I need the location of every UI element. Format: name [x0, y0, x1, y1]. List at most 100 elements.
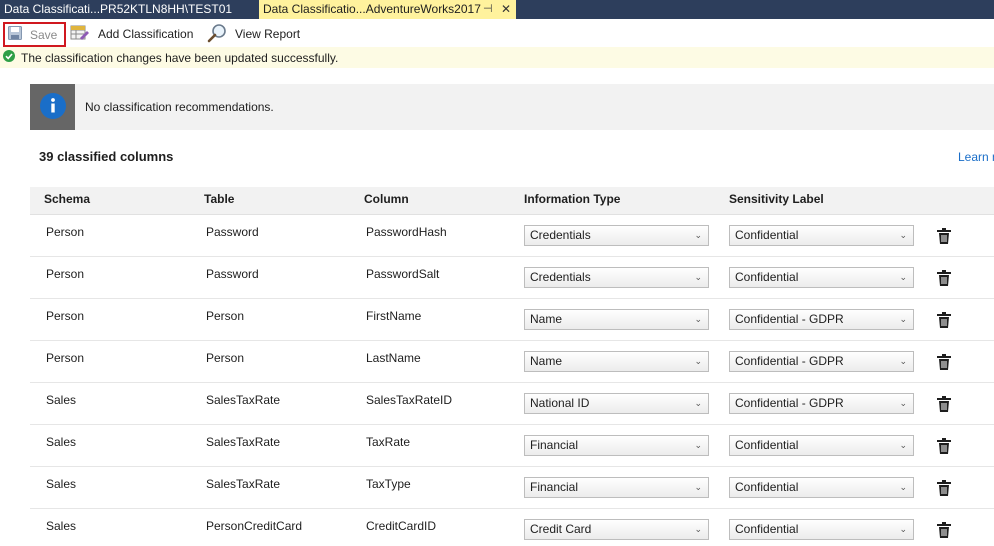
tab-label: Data Classificatio...AdventureWorks2017	[263, 2, 481, 16]
trash-icon[interactable]	[937, 438, 951, 454]
selected-information-type: Financial	[530, 438, 579, 452]
chevron-down-icon: ⌄	[899, 356, 907, 366]
cell-column: PasswordSalt	[366, 267, 440, 281]
selected-sensitivity-label: Confidential	[735, 228, 799, 242]
chevron-down-icon: ⌄	[899, 230, 907, 240]
floppy-disk-icon	[8, 26, 22, 43]
sensitivity-label-select[interactable]: Confidential ⌄	[729, 519, 914, 540]
tab-label: Data Classificati...PR52KTLN8HH\TEST01	[4, 2, 233, 16]
column-header-column[interactable]: Column	[364, 192, 409, 206]
trash-icon[interactable]	[937, 522, 951, 538]
check-circle-icon	[3, 50, 15, 65]
information-type-select[interactable]: National ID ⌄	[524, 393, 709, 414]
information-type-select[interactable]: Credit Card ⌄	[524, 519, 709, 540]
trash-icon[interactable]	[937, 228, 951, 244]
sensitivity-label-select[interactable]: Confidential - GDPR ⌄	[729, 309, 914, 330]
table-header: Schema Table Column Information Type Sen…	[30, 187, 994, 215]
recommendations-message: No classification recommendations.	[85, 100, 274, 114]
document-tab-strip: Data Classificati...PR52KTLN8HH\TEST01 D…	[0, 0, 994, 19]
cell-schema: Person	[46, 351, 85, 365]
save-label: Save	[30, 27, 58, 42]
cell-table: SalesTaxRate	[206, 435, 281, 449]
recommendations-panel: No classification recommendations.	[30, 84, 994, 130]
tab-test01[interactable]: Data Classificati...PR52KTLN8HH\TEST01	[0, 0, 258, 19]
chevron-down-icon: ⌄	[899, 524, 907, 534]
information-type-select[interactable]: Credentials ⌄	[524, 267, 709, 288]
cell-schema: Sales	[46, 435, 77, 449]
chevron-down-icon: ⌄	[694, 440, 702, 450]
cell-column: CreditCardID	[366, 519, 437, 533]
cell-column: TaxType	[366, 477, 411, 491]
information-type-select[interactable]: Financial ⌄	[524, 435, 709, 456]
toolbar: Save Add Classification View Report	[0, 20, 994, 47]
sensitivity-label-select[interactable]: Confidential - GDPR ⌄	[729, 393, 914, 414]
column-header-information-type[interactable]: Information Type	[524, 192, 620, 206]
view-report-button[interactable]: View Report	[207, 23, 300, 45]
sensitivity-label-select[interactable]: Confidential ⌄	[729, 267, 914, 288]
trash-icon[interactable]	[937, 354, 951, 370]
column-header-schema[interactable]: Schema	[44, 192, 90, 206]
chevron-down-icon: ⌄	[694, 356, 702, 366]
table-row: Sales PersonCreditCard CreditCardID Cred…	[30, 509, 994, 546]
selected-sensitivity-label: Confidential	[735, 270, 799, 284]
table-row: Person Password PasswordSalt Credentials…	[30, 257, 994, 299]
selected-sensitivity-label: Confidential - GDPR	[735, 312, 844, 326]
information-type-select[interactable]: Name ⌄	[524, 309, 709, 330]
selected-information-type: Credit Card	[530, 522, 592, 536]
table-row: Person Person FirstName Name ⌄ Confidenti…	[30, 299, 994, 341]
sensitivity-label-select[interactable]: Confidential ⌄	[729, 225, 914, 246]
information-type-select[interactable]: Name ⌄	[524, 351, 709, 372]
selected-sensitivity-label: Confidential	[735, 438, 799, 452]
trash-icon[interactable]	[937, 396, 951, 412]
selected-sensitivity-label: Confidential - GDPR	[735, 396, 844, 410]
cell-table: SalesTaxRate	[206, 393, 281, 407]
add-classification-button[interactable]: Add Classification	[70, 23, 193, 45]
save-button[interactable]: Save	[3, 22, 66, 47]
column-header-table[interactable]: Table	[204, 192, 234, 206]
chevron-down-icon: ⌄	[899, 482, 907, 492]
table-row: Person Password PasswordHash Credentials…	[30, 215, 994, 257]
close-icon[interactable]: ✕	[501, 0, 511, 19]
selected-sensitivity-label: Confidential - GDPR	[735, 354, 844, 368]
info-icon-tile	[30, 84, 75, 130]
pin-icon[interactable]: ⊣	[483, 0, 493, 19]
magnifier-icon	[207, 23, 227, 46]
table-row: Person Person LastName Name ⌄ Confidentia…	[30, 341, 994, 383]
info-icon	[39, 92, 66, 122]
trash-icon[interactable]	[937, 480, 951, 496]
status-banner: The classification changes have been upd…	[0, 47, 994, 68]
sensitivity-label-select[interactable]: Confidential - GDPR ⌄	[729, 351, 914, 372]
cell-column: PasswordHash	[366, 225, 447, 239]
chevron-down-icon: ⌄	[694, 482, 702, 492]
chevron-down-icon: ⌄	[899, 398, 907, 408]
cell-schema: Person	[46, 225, 85, 239]
sensitivity-label-select[interactable]: Confidential ⌄	[729, 477, 914, 498]
chevron-down-icon: ⌄	[899, 272, 907, 282]
cell-table: Password	[206, 267, 259, 281]
trash-icon[interactable]	[937, 312, 951, 328]
cell-schema: Sales	[46, 519, 77, 533]
chevron-down-icon: ⌄	[694, 230, 702, 240]
information-type-select[interactable]: Financial ⌄	[524, 477, 709, 498]
table-row: Sales SalesTaxRate SalesTaxRateID Nation…	[30, 383, 994, 425]
selected-sensitivity-label: Confidential	[735, 522, 799, 536]
selected-information-type: Credentials	[530, 228, 591, 242]
chevron-down-icon: ⌄	[899, 440, 907, 450]
selected-information-type: Financial	[530, 480, 579, 494]
sensitivity-label-select[interactable]: Confidential ⌄	[729, 435, 914, 456]
column-header-sensitivity-label[interactable]: Sensitivity Label	[729, 192, 824, 206]
chevron-down-icon: ⌄	[899, 314, 907, 324]
trash-icon[interactable]	[937, 270, 951, 286]
information-type-select[interactable]: Credentials ⌄	[524, 225, 709, 246]
cell-schema: Person	[46, 267, 85, 281]
cell-schema: Sales	[46, 477, 77, 491]
add-classification-label: Add Classification	[98, 27, 194, 41]
selected-information-type: Name	[530, 312, 563, 326]
selected-information-type: Credentials	[530, 270, 591, 284]
selected-information-type: National ID	[530, 396, 590, 410]
chevron-down-icon: ⌄	[694, 314, 702, 324]
selected-information-type: Name	[530, 354, 563, 368]
cell-table: PersonCreditCard	[206, 519, 303, 533]
tab-adventureworks[interactable]: Data Classificatio...AdventureWorks2017 …	[259, 0, 516, 19]
learn-more-link[interactable]: Learn m	[958, 150, 994, 164]
